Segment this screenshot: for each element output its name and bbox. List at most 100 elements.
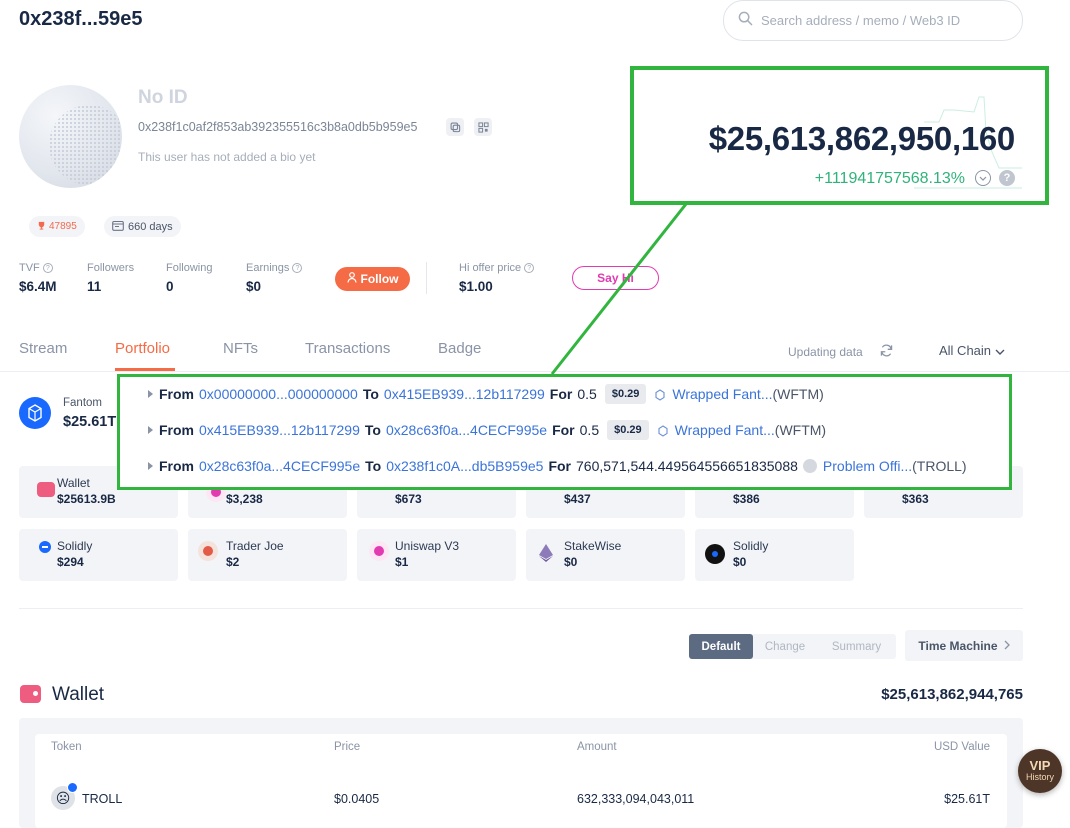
stat-followers[interactable]: Followers 11 <box>87 262 134 294</box>
days-badge: 660 days <box>104 216 181 237</box>
column-header-price: Price <box>334 741 361 753</box>
token-symbol: (TROLL) <box>912 458 967 474</box>
token-name-link[interactable]: Problem Offi... <box>823 458 912 474</box>
protocol-card-trader-joe[interactable]: Trader Joe $2 <box>188 529 347 581</box>
transfer-amount: 760,571,544.449564556651835088 <box>576 458 798 474</box>
protocol-value: $2 <box>226 555 240 569</box>
hi-offer-label: Hi offer price <box>459 262 522 274</box>
from-address-link[interactable]: 0x28c63f0a...4CECF995e <box>199 458 360 474</box>
tvf-label: TVF <box>19 262 40 274</box>
say-hi-button[interactable]: Say Hi <box>572 266 659 290</box>
divider <box>19 608 1023 609</box>
earnings-value: $0 <box>246 279 262 294</box>
wallet-table-body <box>35 734 1007 828</box>
from-address-link[interactable]: 0x415EB939...12b117299 <box>199 422 360 438</box>
from-address-link[interactable]: 0x00000000...000000000 <box>199 386 358 402</box>
copy-icon[interactable] <box>446 118 464 136</box>
help-icon[interactable]: ? <box>42 263 53 273</box>
caret-right-icon <box>148 462 153 470</box>
protocol-name: Uniswap V3 <box>395 539 460 553</box>
to-address-link[interactable]: 0x238f1c0A...db5B959e5 <box>386 458 543 474</box>
tab-stream[interactable]: Stream <box>19 340 67 357</box>
profile-name: No ID <box>138 87 188 108</box>
transfer-list-panel: From 0x00000000...000000000 To 0x415EB93… <box>117 374 1012 490</box>
transfer-row[interactable]: From 0x00000000...000000000 To 0x415EB93… <box>148 383 824 405</box>
protocol-card-stakewise[interactable]: StakeWise $0 <box>526 529 685 581</box>
stat-tvf: TVF? $6.4M <box>19 262 57 294</box>
protocol-value: $0 <box>733 555 747 569</box>
vip-label: VIP <box>1029 758 1051 773</box>
token-name-link[interactable]: Wrapped Fant... <box>675 422 775 438</box>
protocol-value: $437 <box>564 492 591 506</box>
protocol-card-uniswap[interactable]: Uniswap V3 $1 <box>357 529 516 581</box>
tab-badge[interactable]: Badge <box>438 340 481 357</box>
stat-earnings: Earnings? $0 <box>246 262 303 294</box>
wftm-token-icon <box>657 424 669 437</box>
search-box[interactable] <box>723 0 1023 41</box>
to-keyword: To <box>365 458 382 474</box>
tab-transactions[interactable]: Transactions <box>305 340 390 357</box>
followers-label: Followers <box>87 262 135 274</box>
time-machine-label: Time Machine <box>918 638 998 653</box>
protocol-name: Solidly <box>733 539 769 553</box>
to-address-link[interactable]: 0x28c63f0a...4CECF995e <box>386 422 547 438</box>
transfer-row[interactable]: From 0x415EB939...12b117299 To 0x28c63f0… <box>148 419 826 441</box>
help-icon[interactable]: ? <box>524 263 535 273</box>
usd-value-cell: $25.61T <box>944 792 990 806</box>
from-keyword: From <box>159 386 194 402</box>
net-worth-value: $25,613,862,950,160 <box>708 120 1016 157</box>
following-value: 0 <box>166 279 174 294</box>
solidly-icon <box>39 541 51 553</box>
qr-code-icon[interactable] <box>474 118 492 136</box>
tab-nfts[interactable]: NFTs <box>223 340 258 357</box>
column-header-usd-value: USD Value <box>933 741 990 753</box>
uniswap-icon <box>369 541 389 561</box>
protocol-value: $0 <box>564 555 578 569</box>
troll-token-icon <box>802 459 817 473</box>
vip-history-button[interactable]: VIP History <box>1018 749 1062 793</box>
chevron-down-icon <box>995 343 1005 358</box>
user-icon <box>346 272 357 286</box>
stat-following[interactable]: Following 0 <box>166 262 212 294</box>
chevron-down-icon[interactable] <box>975 170 991 186</box>
vip-sublabel: History <box>1025 772 1054 782</box>
refresh-icon[interactable] <box>879 343 894 363</box>
transfer-row[interactable]: From 0x28c63f0a...4CECF995e To 0x238f1c0… <box>148 455 967 477</box>
token-cell[interactable]: TROLL <box>82 792 122 806</box>
protocol-card-solidly[interactable]: Solidly $294 <box>19 529 178 581</box>
view-default-button[interactable]: Default <box>689 634 753 659</box>
search-input[interactable] <box>761 13 1001 28</box>
search-icon <box>738 11 753 31</box>
follow-button[interactable]: Follow <box>335 267 410 291</box>
view-change-button[interactable]: Change <box>753 634 817 659</box>
calendar-icon <box>112 220 124 234</box>
amount-cell: 632,333,094,043,011 <box>577 792 695 806</box>
help-icon[interactable]: ? <box>999 170 1015 186</box>
fantom-icon <box>19 397 51 429</box>
token-name-link[interactable]: Wrapped Fant... <box>672 386 772 402</box>
help-icon[interactable]: ? <box>292 263 303 273</box>
tvf-value: $6.4M <box>19 279 57 294</box>
protocol-value: $363 <box>902 492 929 506</box>
divider <box>426 262 427 294</box>
hi-offer-value: $1.00 <box>459 279 493 294</box>
protocol-name: StakeWise <box>564 539 622 553</box>
divider <box>0 371 1070 372</box>
following-label: Following <box>166 262 213 274</box>
to-address-link[interactable]: 0x415EB939...12b117299 <box>384 386 545 402</box>
for-keyword: For <box>552 422 575 438</box>
trader-joe-icon <box>198 541 218 561</box>
time-machine-button[interactable]: Time Machine <box>905 630 1023 661</box>
trophy-icon <box>37 221 46 233</box>
tab-portfolio[interactable]: Portfolio <box>115 340 170 357</box>
chain-filter-dropdown[interactable]: All Chain <box>939 343 1005 358</box>
view-summary-button[interactable]: Summary <box>817 634 896 659</box>
protocol-value: $673 <box>395 492 422 506</box>
protocol-name: Trader Joe <box>226 539 284 553</box>
for-keyword: For <box>548 458 571 474</box>
solidly-icon <box>705 544 725 564</box>
protocol-value: $25613.9B <box>57 492 116 506</box>
rank-badge[interactable]: 47895 <box>29 216 85 237</box>
protocol-card-solidly[interactable]: Solidly $0 <box>695 529 854 581</box>
protocol-name: Wallet <box>57 476 90 490</box>
